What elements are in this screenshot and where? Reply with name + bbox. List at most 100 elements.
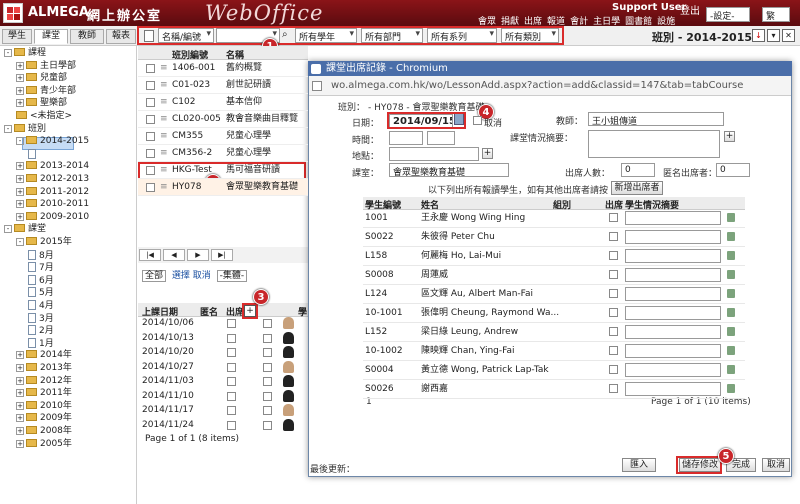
table-row[interactable]: ≡ CM355 兒童心理學 — [138, 128, 308, 145]
collapse-icon[interactable]: - — [4, 225, 12, 234]
row-menu-icon[interactable]: ≡ — [160, 128, 168, 144]
trash-icon[interactable] — [727, 251, 735, 260]
tree-node[interactable]: - 2014-2015 — [16, 136, 89, 147]
present-checkbox[interactable] — [609, 308, 618, 317]
present-checkbox[interactable] — [609, 251, 618, 260]
present-checkbox[interactable] — [609, 270, 618, 279]
add-attendee-button[interactable]: 新增出席者 — [611, 181, 663, 195]
student-checkbox[interactable] — [263, 406, 272, 415]
row-checkbox[interactable] — [146, 81, 155, 90]
expand-icon[interactable]: + — [16, 364, 24, 372]
anon-count-input[interactable]: 0 — [716, 163, 750, 177]
row-checkbox[interactable] — [146, 183, 155, 192]
tree-node[interactable]: +2008年 — [16, 426, 72, 437]
row-checkbox[interactable] — [146, 64, 155, 73]
table-row[interactable]: ≡ 1406-001 舊約概覽 — [138, 60, 308, 77]
lesson-attend-checkbox[interactable] — [227, 333, 236, 343]
table-row[interactable]: ≡ HKG-Test 馬可福音研讀 — [138, 162, 308, 179]
lesson-date[interactable]: 2014/10/27 — [142, 362, 194, 372]
collapse-icon[interactable]: - — [16, 137, 24, 146]
summary-input[interactable] — [588, 130, 720, 158]
tree-node[interactable]: 8月 — [28, 249, 54, 262]
expand-icon[interactable]: + — [16, 86, 24, 95]
present-checkbox[interactable] — [609, 346, 618, 355]
logout-link[interactable]: 登出 — [680, 2, 700, 17]
tree-node[interactable]: + 聖樂部 — [16, 98, 67, 109]
expand-icon[interactable]: + — [16, 162, 24, 171]
expand-icon[interactable]: + — [16, 376, 24, 385]
cancel-lesson-checkbox[interactable] — [473, 116, 482, 125]
tree-node[interactable]: +2013年 — [16, 363, 72, 374]
trash-icon[interactable] — [727, 213, 735, 222]
expand-icon[interactable]: + — [16, 74, 24, 83]
student-row[interactable]: L158 何麗梅 Ho, Lai-Mui — [363, 246, 745, 266]
present-checkbox[interactable] — [609, 365, 618, 374]
prev-page-icon[interactable]: ◀ — [163, 249, 185, 261]
time-minute-select[interactable] — [427, 131, 455, 145]
place-add-icon[interactable]: + — [482, 148, 493, 159]
lesson-attend-checkbox[interactable] — [227, 319, 236, 328]
import-button[interactable]: 匯入 — [622, 458, 656, 472]
place-select[interactable] — [389, 147, 479, 161]
expand-icon[interactable]: + — [16, 427, 24, 435]
close-icon[interactable]: ✕ — [782, 29, 795, 42]
row-checkbox[interactable] — [146, 166, 155, 175]
student-checkbox[interactable] — [263, 348, 272, 357]
trash-icon[interactable] — [727, 346, 735, 355]
room-input[interactable]: 會眾聖樂教育基礎 — [389, 163, 509, 177]
tree-node[interactable]: + 兒童部 — [16, 73, 67, 84]
student-checkbox[interactable] — [263, 420, 272, 430]
tab-lessons[interactable]: 課堂 — [34, 29, 68, 44]
student-summary-input[interactable] — [625, 325, 721, 339]
collapse-icon[interactable]: - — [16, 238, 24, 246]
student-summary-input[interactable] — [625, 211, 721, 225]
table-row[interactable]: ≡ CM356-2 兒童心理學 — [138, 145, 308, 162]
tree-node[interactable]: +2012-2013 — [16, 174, 89, 185]
row-menu-icon[interactable]: ≡ — [160, 77, 168, 93]
tree-node[interactable]: +2009-2010 — [16, 211, 89, 223]
student-row[interactable]: L152 梁日綠 Leung, Andrew — [363, 322, 745, 342]
last-page-icon[interactable]: ▶| — [211, 249, 233, 261]
student-checkbox[interactable] — [263, 319, 272, 328]
group-select[interactable]: -集體- — [216, 270, 248, 282]
student-row[interactable]: S0008 周蓮威 — [363, 265, 745, 285]
student-checkbox[interactable] — [263, 391, 272, 401]
lesson-attend-checkbox[interactable] — [227, 362, 236, 372]
tree-node[interactable]: - 課程 — [4, 48, 46, 59]
table-row[interactable]: ≡ HY078 會眾聖樂教育基礎 — [138, 179, 308, 196]
table-row[interactable]: ≡ C102 基本信仰 — [138, 94, 308, 111]
first-page-icon[interactable]: |◀ — [139, 249, 161, 261]
present-checkbox[interactable] — [609, 384, 618, 393]
student-row[interactable]: S0004 黃立德 Wong, Patrick Lap-Tak — [363, 360, 745, 380]
tree-node[interactable]: 2月 — [28, 325, 54, 337]
collapse-icon[interactable]: - — [4, 124, 12, 133]
expand-icon[interactable]: + — [16, 99, 24, 108]
expand-icon[interactable]: + — [16, 61, 24, 70]
tree-node[interactable]: +2011年 — [16, 388, 72, 399]
summary-add-icon[interactable]: + — [724, 131, 735, 142]
tree-node[interactable]: + 主日學部 — [16, 60, 76, 72]
language-select[interactable]: 繁 — [762, 7, 790, 22]
tree-node[interactable]: +2011-2012 — [16, 186, 89, 198]
trash-icon[interactable] — [727, 327, 735, 336]
trash-icon[interactable] — [727, 289, 735, 298]
tree-node[interactable]: - 2015年 — [16, 237, 72, 248]
collapse-icon[interactable]: - — [4, 49, 12, 57]
row-menu-icon[interactable]: ≡ — [160, 145, 168, 161]
tree-node[interactable]: 1月 — [28, 337, 54, 350]
cancel-button[interactable]: 取消 — [762, 458, 790, 472]
row-checkbox[interactable] — [146, 149, 155, 158]
trash-icon[interactable] — [727, 232, 735, 241]
row-menu-icon[interactable]: ≡ — [160, 162, 168, 178]
export-icon[interactable]: ↓ — [752, 29, 765, 42]
lesson-date[interactable]: 2014/11/24 — [142, 420, 194, 430]
row-menu-icon[interactable]: ≡ — [160, 111, 168, 127]
all-select[interactable]: 全部 — [142, 270, 167, 282]
student-summary-input[interactable] — [625, 382, 721, 396]
student-summary-input[interactable] — [625, 230, 721, 244]
tree-node[interactable]: +2012年 — [16, 375, 72, 387]
tab-reports[interactable]: 報表 — [106, 29, 136, 44]
tree-node[interactable]: +2005年 — [16, 438, 72, 450]
next-page-icon[interactable]: ▶ — [187, 249, 209, 261]
attend-count-input[interactable]: 0 — [621, 163, 655, 177]
